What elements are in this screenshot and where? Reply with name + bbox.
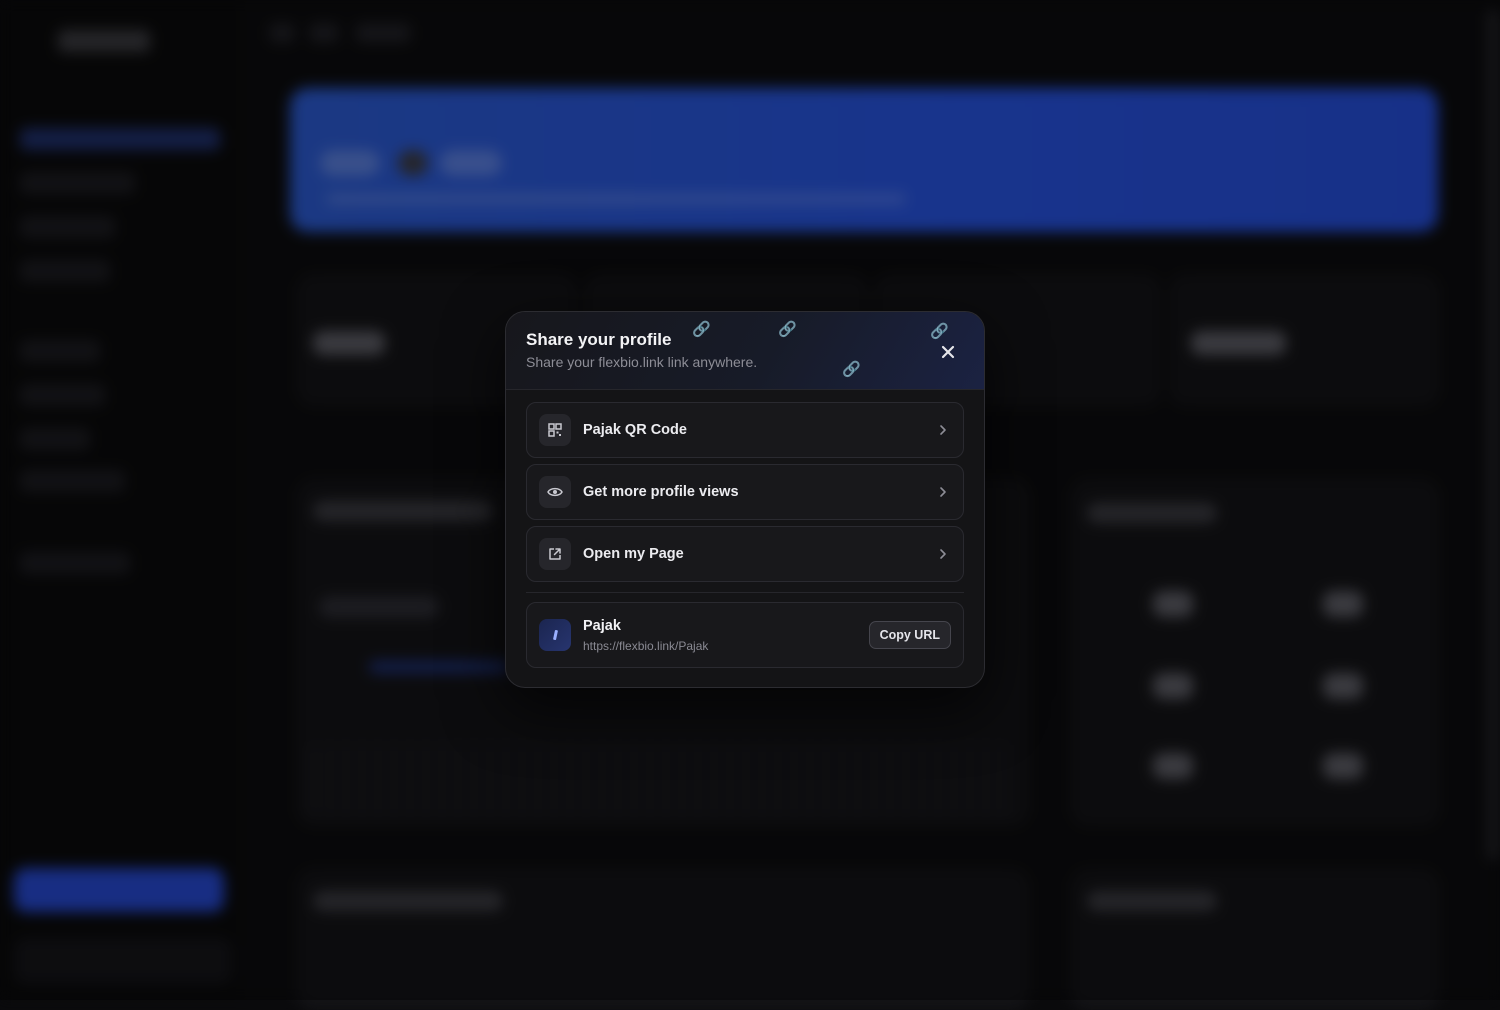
- profile-url: https://flexbio.link/Pajak: [583, 638, 709, 653]
- chevron-right-icon: [935, 422, 951, 438]
- close-icon: [941, 345, 955, 359]
- profile-views-option-label: Get more profile views: [583, 484, 739, 500]
- dialog-subtitle: Share your flexbio.link link anywhere.: [526, 354, 758, 370]
- avatar: [539, 619, 571, 651]
- profile-name: Pajak: [583, 617, 621, 634]
- qr-code-option[interactable]: Pajak QR Code: [526, 402, 964, 458]
- chevron-right-icon: [935, 546, 951, 562]
- qr-code-icon: [539, 414, 571, 446]
- dialog-title: Share your profile: [526, 330, 672, 349]
- external-link-icon: [539, 538, 571, 570]
- divider: [526, 592, 964, 593]
- open-page-option[interactable]: Open my Page: [526, 526, 964, 582]
- link-icon: 🔗: [692, 320, 711, 338]
- copy-url-button[interactable]: Copy URL: [868, 621, 951, 649]
- dialog-body: Pajak QR Code Get more profile views Ope…: [506, 390, 984, 668]
- qr-code-option-label: Pajak QR Code: [583, 422, 687, 438]
- open-page-option-label: Open my Page: [583, 546, 684, 562]
- link-icon: 🔗: [778, 320, 797, 338]
- dialog-header: 🔗 🔗 🔗 🔗 Share your profile Share your fl…: [506, 312, 984, 390]
- eye-icon: [539, 476, 571, 508]
- link-icon: 🔗: [842, 360, 861, 378]
- profile-link-card: Pajak https://flexbio.link/Pajak Copy UR…: [526, 602, 964, 668]
- chevron-right-icon: [935, 484, 951, 500]
- profile-views-option[interactable]: Get more profile views: [526, 464, 964, 520]
- close-button[interactable]: [934, 338, 962, 366]
- share-profile-dialog: 🔗 🔗 🔗 🔗 Share your profile Share your fl…: [505, 311, 985, 688]
- profile-info: Pajak https://flexbio.link/Pajak: [583, 618, 869, 653]
